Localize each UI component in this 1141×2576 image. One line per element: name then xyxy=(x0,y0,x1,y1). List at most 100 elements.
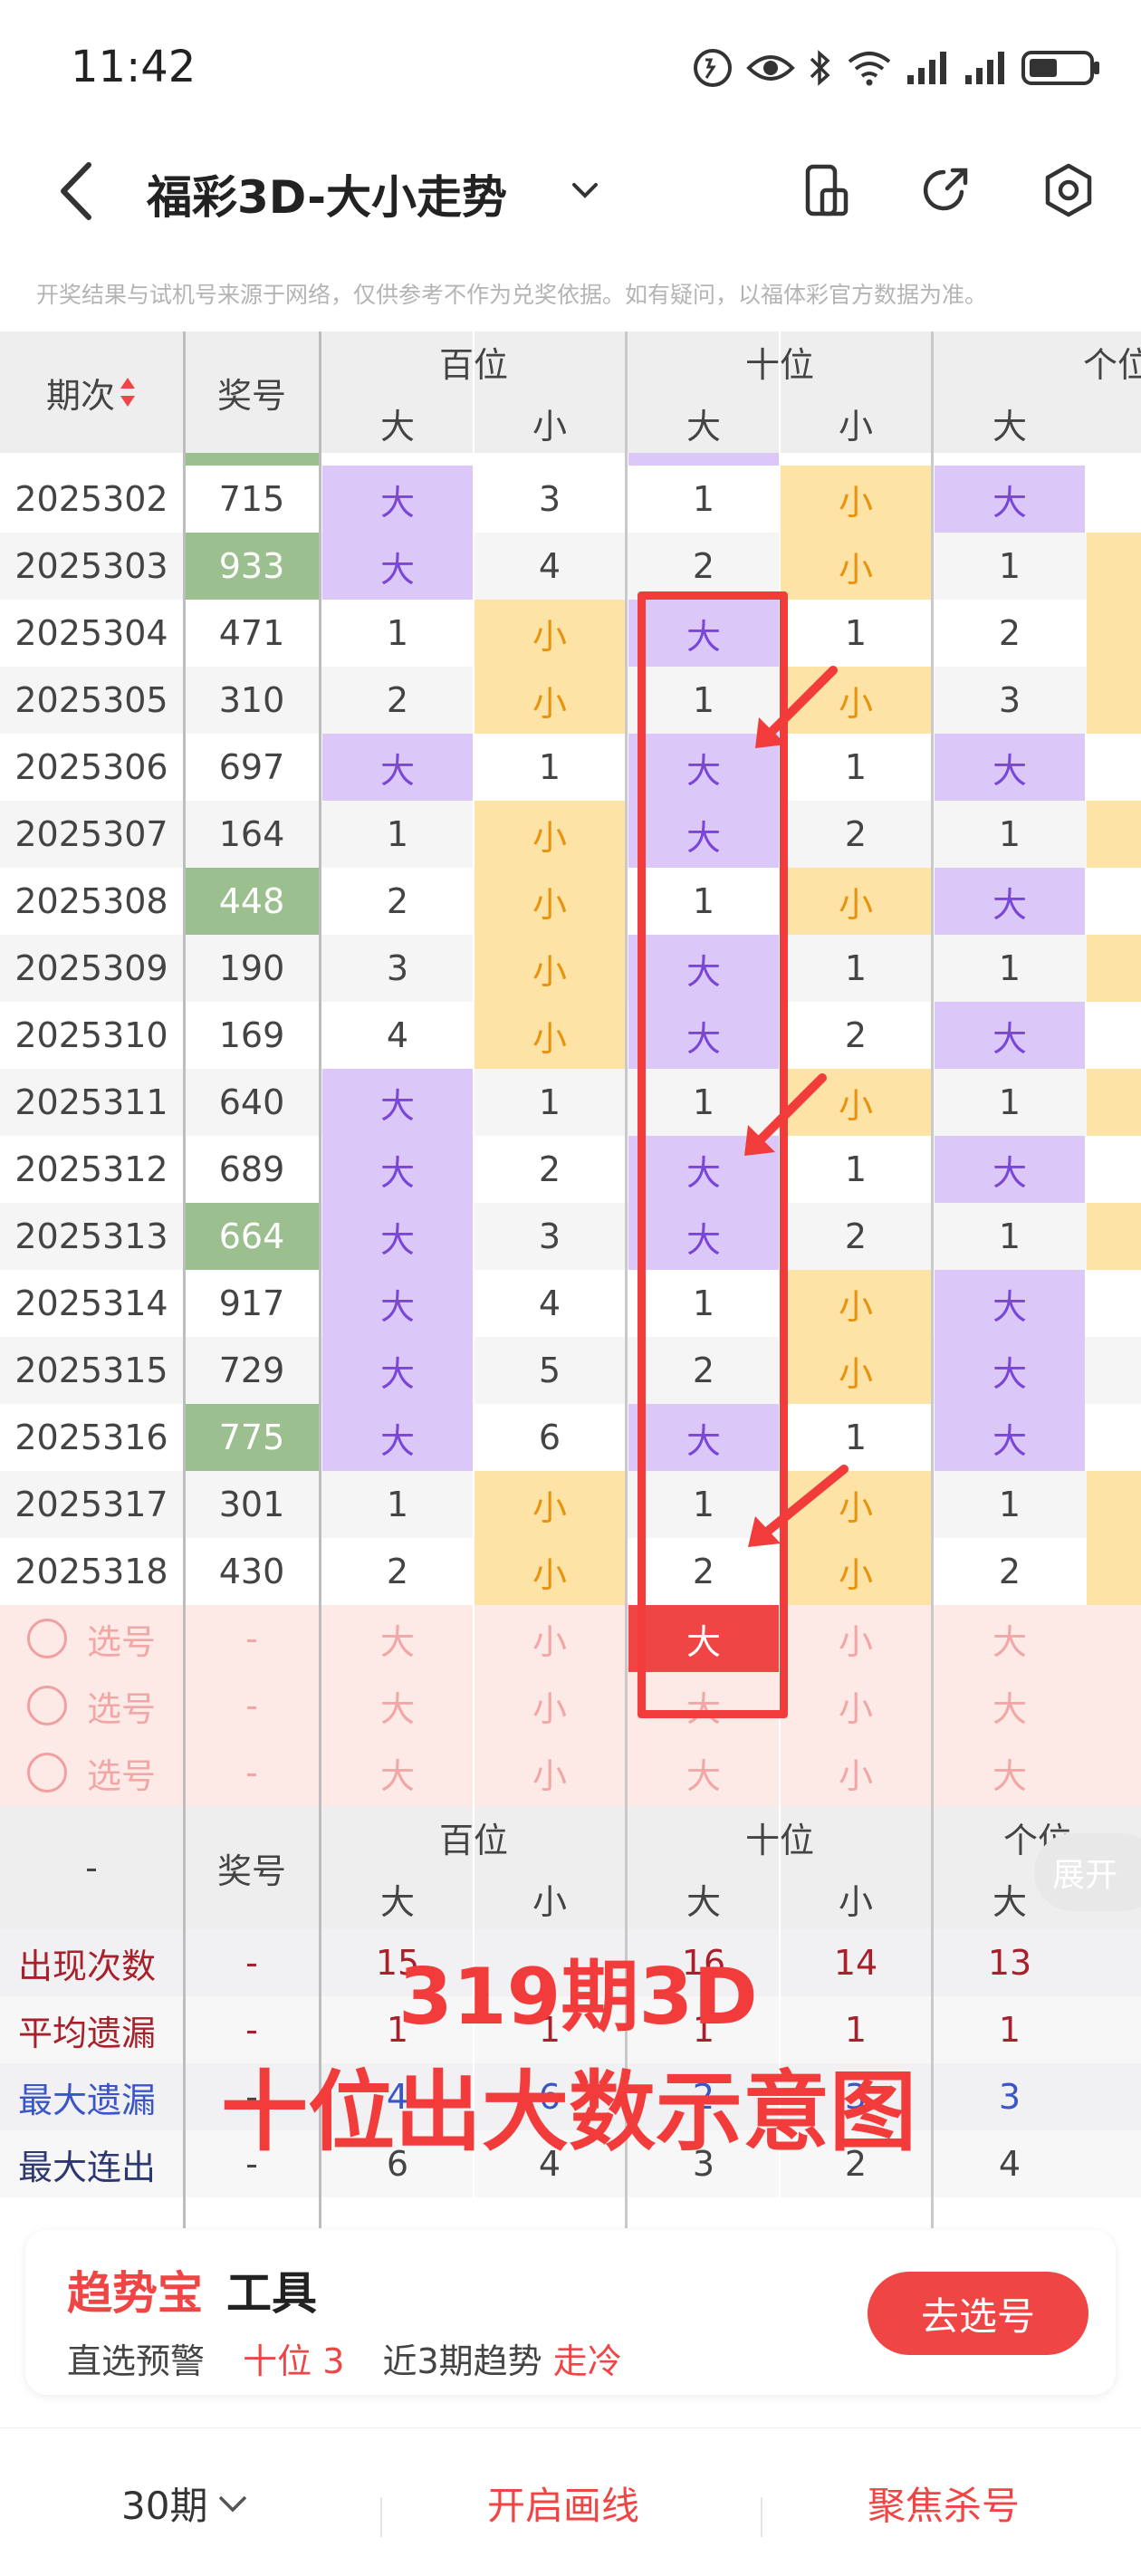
select-small-option[interactable]: 小 xyxy=(781,1672,931,1739)
empty-cell xyxy=(1087,466,1141,533)
row-number: 448 xyxy=(185,868,319,935)
big-marker: 大 xyxy=(322,734,473,801)
select-big-option[interactable]: 大 xyxy=(935,1605,1085,1672)
stats-value: 4 xyxy=(998,2144,1021,2184)
settings-icon[interactable] xyxy=(1040,161,1098,219)
row-number: 664 xyxy=(185,1203,319,1270)
big-marker: 大 xyxy=(935,1337,1085,1404)
big-marker: 大 xyxy=(322,1203,473,1270)
big-marker: 大 xyxy=(935,868,1085,935)
small-marker: 小 xyxy=(475,935,625,1002)
omission-count: 2 xyxy=(386,881,409,921)
stats-label: 最大连出 xyxy=(18,2147,157,2187)
go-select-button[interactable]: 去选号 xyxy=(868,2272,1088,2355)
omission-count: 2 xyxy=(692,546,715,586)
status-time: 11:42 xyxy=(71,42,197,92)
row-number: 471 xyxy=(218,613,285,653)
omission-count: 1 xyxy=(998,814,1021,854)
draw-line-button[interactable]: 开启画线 xyxy=(487,2475,639,2531)
back-arrow-icon[interactable] xyxy=(54,159,100,223)
bottom-divider-2 xyxy=(761,2497,762,2537)
row-period: 2025306 xyxy=(14,747,168,787)
select-small-option[interactable]: 小 xyxy=(781,1739,931,1806)
small-marker: 小 xyxy=(475,1471,625,1538)
omission-count: 3 xyxy=(998,680,1021,720)
omission-count: 1 xyxy=(538,747,561,787)
small-marker: 小 xyxy=(781,1270,931,1337)
small-marker: 小 xyxy=(475,1538,625,1605)
select-number-toggle[interactable]: 选号 xyxy=(0,1672,183,1739)
small-marker-partial xyxy=(1087,1471,1141,1538)
row-number: 729 xyxy=(218,1350,285,1390)
radio-circle-icon[interactable] xyxy=(26,1753,67,1793)
small-marker: 小 xyxy=(475,667,625,734)
select-big-option[interactable]: 大 xyxy=(628,1739,779,1806)
select-number-toggle[interactable]: 选号 xyxy=(0,1739,183,1806)
small-marker-partial xyxy=(1087,1203,1141,1270)
sub-header-small: 小 xyxy=(532,406,567,447)
row-period: 2025307 xyxy=(14,814,168,854)
focus-kill-button[interactable]: 聚焦杀号 xyxy=(868,2475,1020,2531)
select-small-option[interactable]: 小 xyxy=(475,1739,625,1806)
row-number: 310 xyxy=(218,680,285,720)
row-period: 2025305 xyxy=(14,680,168,720)
select-small-option[interactable]: 小 xyxy=(475,1605,625,1672)
row-number: 301 xyxy=(218,1485,285,1524)
select-number-toggle[interactable]: 选号 xyxy=(0,1605,183,1672)
row-number: 775 xyxy=(185,1404,319,1471)
stats-label: 出现次数 xyxy=(18,1946,157,1986)
select-small-option[interactable]: 小 xyxy=(781,1605,931,1672)
card-title-tool: 工具 xyxy=(226,2267,317,2320)
small-marker-partial xyxy=(1087,935,1141,1002)
expand-button[interactable]: 展开 xyxy=(1034,1833,1141,1911)
units-header: 个位 xyxy=(1082,344,1141,385)
omission-count: 1 xyxy=(538,1082,561,1122)
card-info-line: 直选预警 十位 3 近3期趋势 走冷 xyxy=(67,2333,622,2383)
stats-sub-header-small: 小 xyxy=(838,1881,873,1922)
omission-count: 3 xyxy=(538,479,561,519)
row-period: 2025302 xyxy=(14,479,168,519)
partial-row-strip-tens xyxy=(628,453,779,466)
radio-circle-icon[interactable] xyxy=(26,1686,67,1725)
omission-count: 4 xyxy=(386,1015,409,1055)
row-period: 2025317 xyxy=(14,1485,168,1524)
chevron-down-icon[interactable] xyxy=(567,172,603,208)
omission-count: 2 xyxy=(998,613,1021,653)
bottom-divider-1 xyxy=(380,2497,382,2537)
select-big-option[interactable]: 大 xyxy=(322,1605,473,1672)
row-period: 2025310 xyxy=(14,1015,168,1055)
select-big-option[interactable]: 大 xyxy=(935,1739,1085,1806)
omission-count: 1 xyxy=(844,613,868,653)
select-big-option[interactable]: 大 xyxy=(322,1739,473,1806)
sub-header-big: 大 xyxy=(379,406,415,447)
big-marker: 大 xyxy=(322,1136,473,1203)
small-marker: 小 xyxy=(781,533,931,600)
share-icon[interactable] xyxy=(916,161,974,219)
row-period: 2025311 xyxy=(14,1082,168,1122)
small-marker: 小 xyxy=(781,466,931,533)
period-sort-header[interactable]: 期次 xyxy=(0,332,183,453)
small-marker-partial xyxy=(1087,1538,1141,1605)
row-period: 2025303 xyxy=(14,546,168,586)
omission-count: 2 xyxy=(386,1552,409,1591)
page-title[interactable]: 福彩3D-大小走势 xyxy=(147,161,507,226)
select-small-option[interactable]: 小 xyxy=(475,1672,625,1739)
stats-value: 3 xyxy=(998,2077,1021,2117)
radio-circle-icon[interactable] xyxy=(26,1619,67,1658)
stats-sub-header-small: 小 xyxy=(532,1881,567,1922)
stats-header-dash: - xyxy=(85,1848,98,1888)
bluetooth-icon xyxy=(810,50,830,86)
annotation-arrow-1 xyxy=(755,666,838,748)
select-big-option[interactable]: 大 xyxy=(322,1672,473,1739)
omission-count: 1 xyxy=(998,1216,1021,1256)
select-big-option[interactable]: 大 xyxy=(935,1672,1085,1739)
period-selector[interactable]: 30期 xyxy=(121,2475,251,2531)
big-marker: 大 xyxy=(935,1404,1085,1471)
small-marker: 小 xyxy=(781,868,931,935)
row-number: 715 xyxy=(218,479,285,519)
omission-count: 1 xyxy=(998,1082,1021,1122)
column-divider xyxy=(319,332,321,2228)
row-number: 697 xyxy=(218,747,285,787)
big-marker: 大 xyxy=(935,466,1085,533)
rotate-screen-icon[interactable] xyxy=(797,161,855,219)
